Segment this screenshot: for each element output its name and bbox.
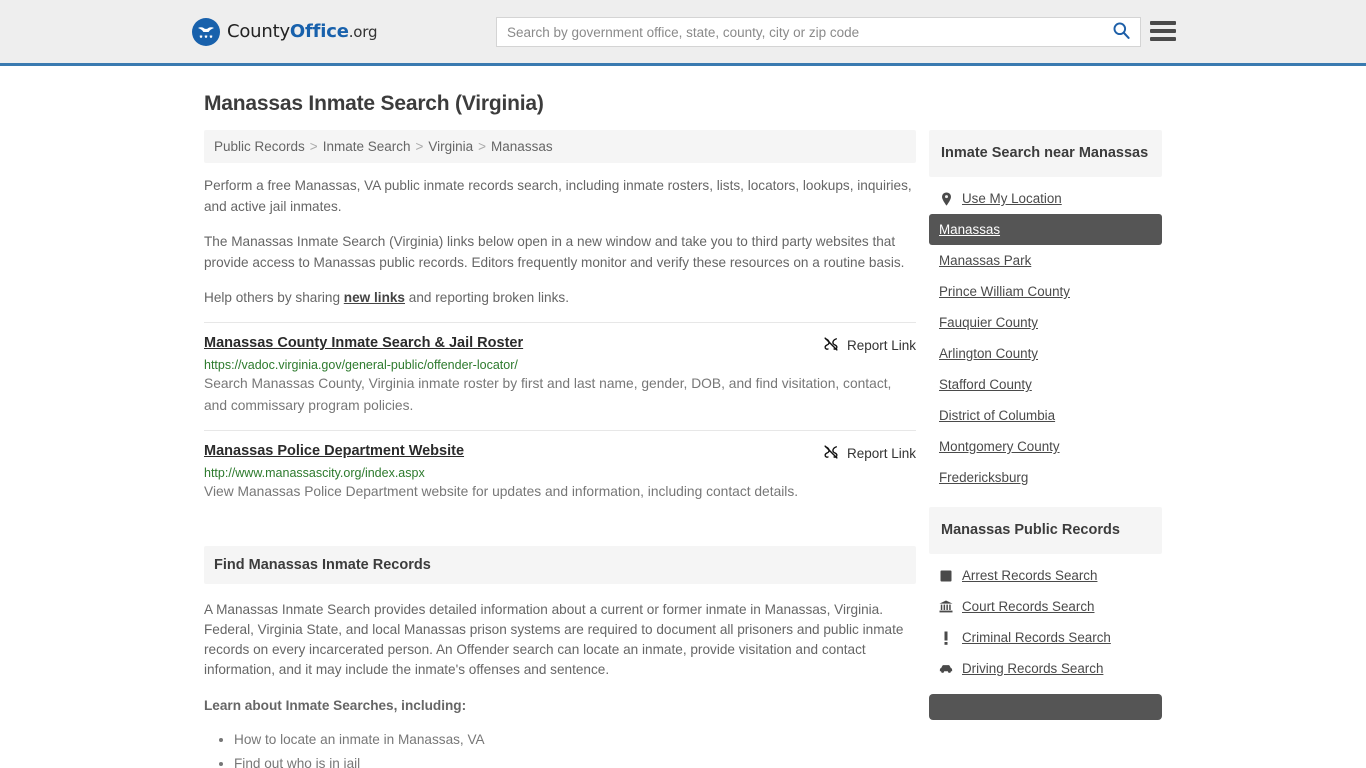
breadcrumb-separator: >: [478, 139, 487, 154]
breadcrumb-separator: >: [415, 139, 424, 154]
logo-text-org: .org: [348, 23, 378, 41]
sidebar-item-label: Manassas: [939, 222, 1001, 237]
sidebar-item-label: Fauquier County: [939, 315, 1038, 330]
sidebar-item-driving-records-search[interactable]: Driving Records Search: [929, 653, 1162, 684]
fingerprint-square-icon: [939, 570, 953, 582]
sidebar-item-prince-william-county[interactable]: Prince William County: [929, 276, 1162, 307]
menu-bar-3: [1150, 37, 1176, 41]
result-item: Manassas County Inmate Search & Jail Ros…: [204, 322, 916, 430]
sidebar-item-label: Manassas Park: [939, 253, 1032, 268]
result-title-link[interactable]: Manassas County Inmate Search & Jail Ros…: [204, 335, 523, 351]
page-title: Manassas Inmate Search (Virginia): [204, 92, 544, 115]
sidebar-item-use-my-location[interactable]: Use My Location: [929, 183, 1162, 214]
menu-bar-1: [1150, 21, 1176, 25]
section-subheading: Learn about Inmate Searches, including:: [204, 698, 467, 713]
search-icon: [1112, 21, 1131, 43]
sidebar-item-label: Criminal Records Search: [962, 630, 1111, 645]
sidebar-item-label: Montgomery County: [939, 439, 1060, 454]
sidebar-item-label: District of Columbia: [939, 408, 1056, 423]
map-pin-icon: [939, 191, 953, 206]
intro-paragraph-1: Perform a free Manassas, VA public inmat…: [204, 178, 912, 214]
broken-link-icon: [823, 444, 839, 463]
sidebar-item-criminal-records-search[interactable]: Criminal Records Search: [929, 622, 1162, 653]
result-url: https://vadoc.virginia.gov/general-publi…: [204, 358, 518, 372]
hamburger-menu-icon[interactable]: [1150, 19, 1176, 43]
section-heading: Find Manassas Inmate Records: [204, 546, 916, 584]
nearby-list: Use My Location Manassas Manassas Park P…: [929, 177, 1162, 493]
sidebar-bottom-panel[interactable]: [929, 694, 1162, 720]
sidebar-item-label: Court Records Search: [962, 599, 1095, 614]
breadcrumb: Public Records > Inmate Search > Virginia > Ma…: [204, 130, 916, 163]
report-link-label: Report Link: [846, 338, 916, 353]
sidebar-item-arrest-records-search[interactable]: Arrest Records Search: [929, 560, 1162, 591]
result-url: http://www.manassascity.org/index.aspx: [204, 466, 425, 480]
breadcrumb-item-public-records[interactable]: Public Records: [214, 139, 305, 154]
sidebar-item-label: Use My Location: [962, 191, 1062, 206]
result-description: Search Manassas County, Virginia inmate …: [204, 376, 892, 413]
courthouse-icon: [939, 600, 953, 613]
intro-p3-before: Help others by sharing: [204, 290, 344, 305]
result-title-link[interactable]: Manassas Police Department Website: [204, 443, 464, 459]
car-icon: [939, 663, 953, 674]
section-body: A Manassas Inmate Search provides detail…: [204, 600, 916, 768]
logo-text: CountyOffice.org: [227, 21, 378, 42]
sidebar-item-manassas[interactable]: Manassas: [929, 214, 1162, 245]
sidebar-item-arlington-county[interactable]: Arlington County: [929, 338, 1162, 369]
menu-bar-2: [1150, 29, 1176, 33]
sidebar-item-label: Driving Records Search: [962, 661, 1104, 676]
result-description: View Manassas Police Department website …: [204, 484, 799, 499]
search-bar[interactable]: [496, 17, 1141, 47]
list-item: Find out who is in jail: [234, 752, 916, 768]
nearby-card: Inmate Search near Manassas Use My Locat…: [929, 130, 1162, 493]
site-logo[interactable]: CountyOffice.org: [192, 17, 378, 46]
intro-paragraph-3: Help others by sharing new links and rep…: [204, 287, 916, 308]
sidebar-item-district-of-columbia[interactable]: District of Columbia: [929, 400, 1162, 431]
breadcrumb-item-manassas[interactable]: Manassas: [491, 139, 553, 154]
broken-link-icon: [823, 336, 839, 355]
sidebar-item-fredericksburg[interactable]: Fredericksburg: [929, 462, 1162, 493]
public-records-card: Manassas Public Records Arrest Records S…: [929, 507, 1162, 720]
nearby-heading: Inmate Search near Manassas: [929, 130, 1162, 177]
public-records-list: Arrest Records Search Court Records Sear…: [929, 554, 1162, 684]
logo-text-office: Office: [289, 21, 349, 42]
report-link-label: Report Link: [846, 446, 916, 461]
content-layout: Public Records > Inmate Search > Virginia > Ma…: [204, 130, 1174, 768]
public-records-heading: Manassas Public Records: [929, 507, 1162, 554]
sidebar-item-label: Arrest Records Search: [962, 568, 1098, 583]
breadcrumb-separator: >: [309, 139, 318, 154]
result-header: Manassas Police Department Website Repor…: [204, 443, 916, 463]
report-link-button[interactable]: Report Link: [823, 336, 916, 355]
list-item: How to locate an inmate in Manassas, VA: [234, 728, 916, 752]
intro-paragraph-2: The Manassas Inmate Search (Virginia) li…: [204, 234, 905, 270]
site-header: CountyOffice.org: [0, 0, 1366, 66]
breadcrumb-item-virginia[interactable]: Virginia: [428, 139, 473, 154]
sidebar-item-montgomery-county[interactable]: Montgomery County: [929, 431, 1162, 462]
intro-text: Perform a free Manassas, VA public inmat…: [204, 175, 916, 308]
sidebar-item-label: Prince William County: [939, 284, 1070, 299]
search-input[interactable]: [497, 18, 1102, 46]
sidebar-item-label: Fredericksburg: [939, 470, 1029, 485]
search-button[interactable]: [1102, 18, 1140, 46]
section-paragraph: A Manassas Inmate Search provides detail…: [204, 602, 904, 677]
sidebar-item-label: Stafford County: [939, 377, 1032, 392]
exclamation-icon: [939, 631, 953, 645]
report-link-button[interactable]: Report Link: [823, 444, 916, 463]
sidebar-item-fauquier-county[interactable]: Fauquier County: [929, 307, 1162, 338]
sidebar-item-label: Arlington County: [939, 346, 1038, 361]
page-container: Manassas Inmate Search (Virginia) Public…: [0, 92, 1366, 768]
sidebar-item-stafford-county[interactable]: Stafford County: [929, 369, 1162, 400]
intro-p3-after: and reporting broken links.: [405, 290, 569, 305]
sidebar-item-manassas-park[interactable]: Manassas Park: [929, 245, 1162, 276]
result-item: Manassas Police Department Website Repor…: [204, 430, 916, 516]
breadcrumb-item-inmate-search[interactable]: Inmate Search: [323, 139, 411, 154]
eagle-seal-icon: [192, 17, 220, 46]
main-column: Public Records > Inmate Search > Virginia > Ma…: [204, 130, 916, 768]
section-list: How to locate an inmate in Manassas, VA …: [204, 728, 916, 768]
sidebar: Inmate Search near Manassas Use My Locat…: [929, 130, 1162, 724]
new-links-link[interactable]: new links: [344, 290, 405, 305]
sidebar-item-court-records-search[interactable]: Court Records Search: [929, 591, 1162, 622]
result-header: Manassas County Inmate Search & Jail Ros…: [204, 335, 916, 355]
logo-text-county: County: [227, 21, 290, 42]
